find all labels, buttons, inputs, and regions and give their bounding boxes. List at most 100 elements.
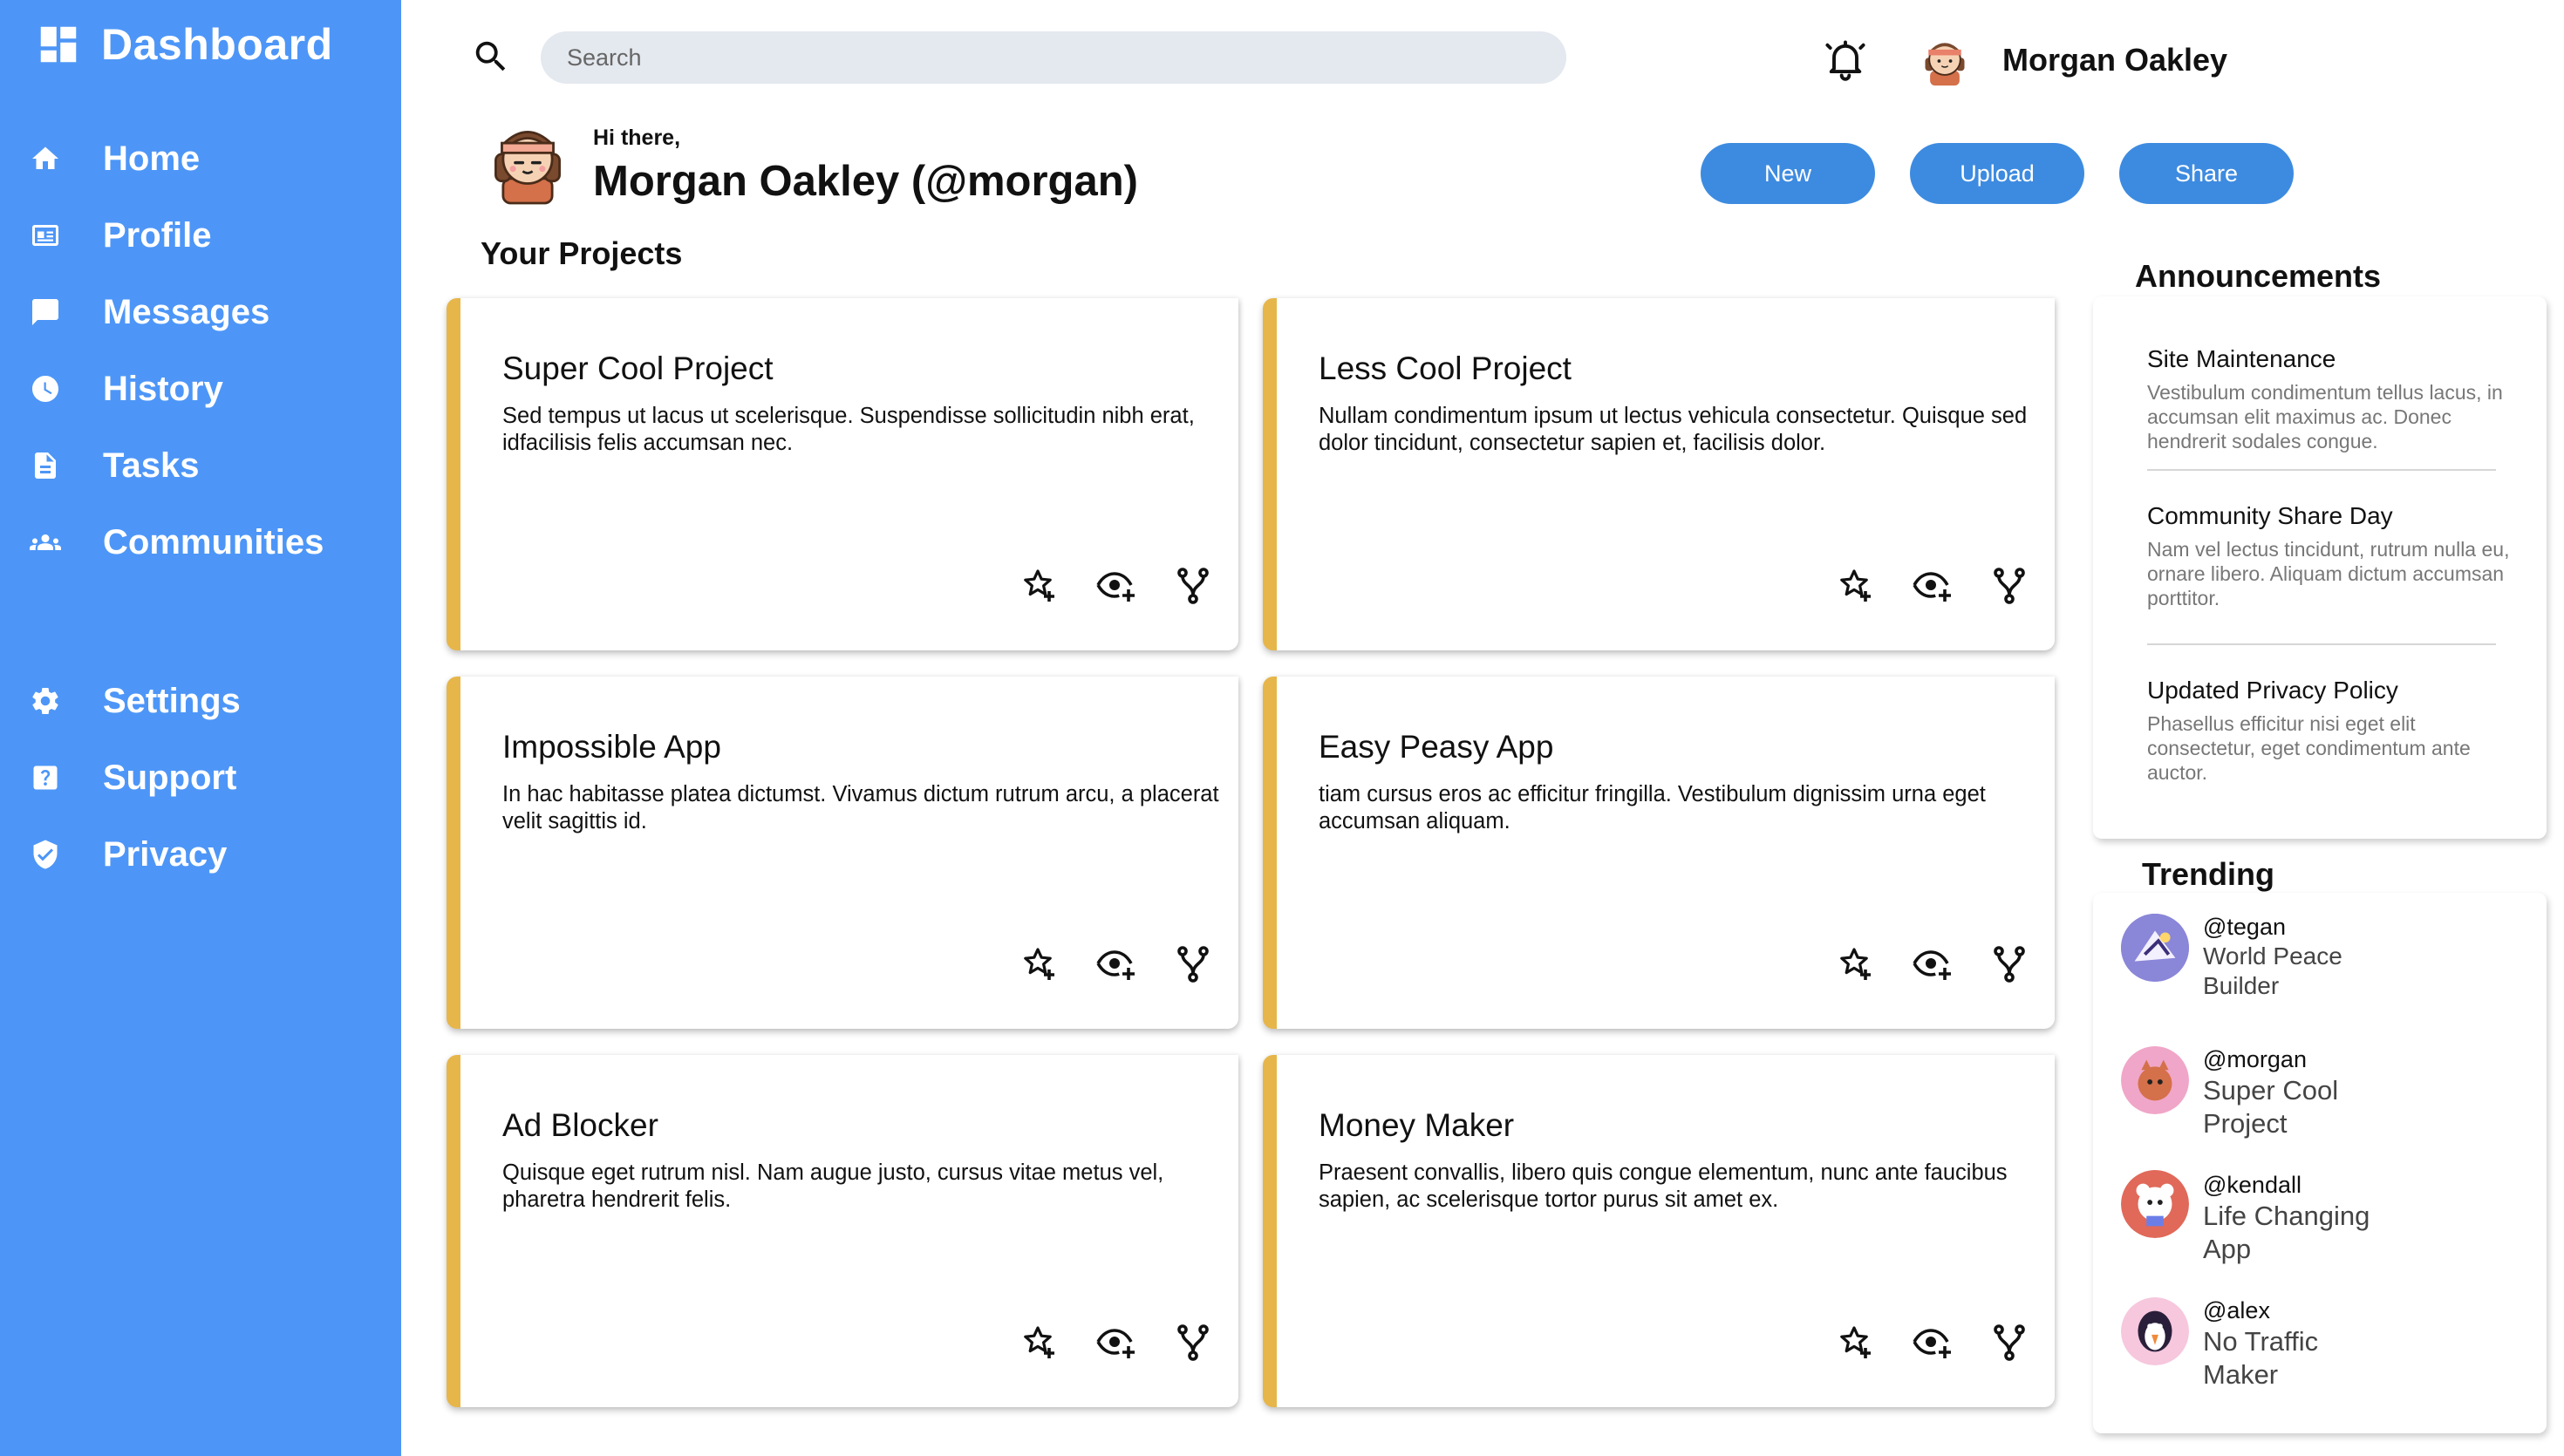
project-card[interactable]: Less Cool Project Nullam condimentum ips… bbox=[1263, 298, 2055, 650]
project-title[interactable]: Super Cool Project bbox=[502, 350, 774, 387]
project-actions bbox=[1019, 943, 1249, 985]
watch-add-icon[interactable] bbox=[1912, 1322, 1954, 1364]
watch-add-icon[interactable] bbox=[1912, 943, 1954, 985]
star-add-icon[interactable] bbox=[1835, 1322, 1877, 1364]
project-title[interactable]: Money Maker bbox=[1319, 1107, 1514, 1144]
sidebar-item-history[interactable]: History bbox=[28, 363, 223, 415]
project-card[interactable]: Ad Blocker Quisque eget rutrum nisl. Nam… bbox=[447, 1055, 1238, 1407]
trend-project: Life Changing App bbox=[2203, 1201, 2370, 1264]
dashboard-icon bbox=[40, 26, 77, 63]
trend-item[interactable]: @alex No Traffic Maker bbox=[2203, 1296, 2377, 1391]
project-card[interactable]: Easy Peasy App tiam cursus eros ac effic… bbox=[1263, 677, 2055, 1029]
star-add-icon[interactable] bbox=[1019, 943, 1060, 985]
app-window: Dashboard Home Profile Messages History … bbox=[0, 0, 2564, 1456]
projects-heading: Your Projects bbox=[481, 235, 683, 271]
star-add-icon[interactable] bbox=[1019, 565, 1060, 607]
sidebar-item-label: Communities bbox=[103, 522, 324, 561]
watch-add-icon[interactable] bbox=[1095, 565, 1137, 607]
announcement-item[interactable]: Community Share Day Nam vel lectus tinci… bbox=[2147, 502, 2513, 610]
trend-project: Super Cool Project bbox=[2203, 1075, 2339, 1139]
project-description: Sed tempus ut lacus ut scelerisque. Susp… bbox=[502, 404, 1195, 455]
trend-item[interactable]: @tegan World Peace Builder bbox=[2203, 912, 2377, 1001]
help-icon bbox=[28, 760, 63, 795]
trend-item[interactable]: @morgan Super Cool Project bbox=[2203, 1044, 2377, 1140]
document-icon bbox=[28, 448, 63, 483]
sidebar-item-label: Messages bbox=[103, 292, 270, 331]
project-title[interactable]: Impossible App bbox=[502, 729, 721, 765]
trending-panel: @tegan World Peace Builder @morgan Super… bbox=[2093, 893, 2547, 1433]
fork-icon[interactable] bbox=[1988, 1322, 2030, 1364]
announcement-body: Phasellus efficitur nisi eget elit conse… bbox=[2147, 712, 2471, 784]
user-avatar[interactable] bbox=[1919, 35, 1971, 87]
sidebar-item-support[interactable]: Support bbox=[28, 752, 236, 804]
header-user-name[interactable]: Morgan Oakley bbox=[2002, 42, 2227, 78]
project-description: Nullam condimentum ipsum ut lectus vehic… bbox=[1319, 404, 2028, 455]
new-button[interactable]: New bbox=[1701, 143, 1875, 204]
announcements-panel: Site Maintenance Vestibulum condimentum … bbox=[2093, 296, 2547, 839]
announcements-heading: Announcements bbox=[2135, 258, 2382, 294]
trend-avatar-alex[interactable] bbox=[2121, 1297, 2189, 1365]
project-actions bbox=[1835, 943, 2065, 985]
sidebar-item-communities[interactable]: Communities bbox=[28, 516, 324, 568]
announcement-item[interactable]: Site Maintenance Vestibulum condimentum … bbox=[2147, 345, 2513, 453]
greeting-user-name: Morgan Oakley (@morgan) bbox=[593, 158, 1138, 205]
gear-icon bbox=[28, 684, 63, 718]
sidebar-item-profile[interactable]: Profile bbox=[28, 209, 211, 262]
project-title[interactable]: Less Cool Project bbox=[1319, 350, 1572, 387]
fork-icon[interactable] bbox=[1172, 943, 1214, 985]
sidebar-item-privacy[interactable]: Privacy bbox=[28, 828, 227, 881]
announcement-body: Vestibulum condimentum tellus lacus, in … bbox=[2147, 381, 2503, 452]
watch-add-icon[interactable] bbox=[1095, 1322, 1137, 1364]
star-add-icon[interactable] bbox=[1019, 1322, 1060, 1364]
announcement-item[interactable]: Updated Privacy Policy Phasellus efficit… bbox=[2147, 677, 2513, 785]
trend-avatar-tegan[interactable] bbox=[2121, 914, 2189, 982]
project-card[interactable]: Money Maker Praesent convallis, libero q… bbox=[1263, 1055, 2055, 1407]
search-input[interactable] bbox=[541, 31, 1566, 84]
sidebar-item-label: Support bbox=[103, 758, 237, 797]
fork-icon[interactable] bbox=[1988, 565, 2030, 607]
project-title[interactable]: Easy Peasy App bbox=[1319, 729, 1553, 765]
sidebar-item-label: Tasks bbox=[103, 446, 200, 485]
fork-icon[interactable] bbox=[1988, 943, 2030, 985]
trend-item[interactable]: @kendall Life Changing App bbox=[2203, 1170, 2377, 1266]
watch-add-icon[interactable] bbox=[1912, 565, 1954, 607]
watch-add-icon[interactable] bbox=[1095, 943, 1137, 985]
notification-bell-icon[interactable] bbox=[1823, 37, 1868, 82]
project-card[interactable]: Super Cool Project Sed tempus ut lacus u… bbox=[447, 298, 1238, 650]
share-button[interactable]: Share bbox=[2119, 143, 2294, 204]
divider bbox=[2147, 469, 2496, 471]
clock-icon bbox=[28, 371, 63, 406]
project-description: tiam cursus eros ac efficitur fringilla.… bbox=[1319, 782, 1986, 833]
sidebar-item-label: Settings bbox=[103, 681, 241, 720]
project-description: Quisque eget rutrum nisl. Nam augue just… bbox=[502, 1160, 1164, 1212]
sidebar-item-settings[interactable]: Settings bbox=[28, 675, 241, 727]
app-title: Dashboard bbox=[101, 20, 333, 69]
project-card[interactable]: Impossible App In hac habitasse platea d… bbox=[447, 677, 1238, 1029]
fork-icon[interactable] bbox=[1172, 1322, 1214, 1364]
trend-user: @kendall bbox=[2203, 1172, 2301, 1198]
project-title[interactable]: Ad Blocker bbox=[502, 1107, 658, 1144]
project-description: Praesent convallis, libero quis congue e… bbox=[1319, 1160, 2008, 1212]
upload-button[interactable]: Upload bbox=[1910, 143, 2084, 204]
id-card-icon bbox=[28, 218, 63, 253]
trend-project: World Peace Builder bbox=[2203, 942, 2342, 999]
project-actions bbox=[1835, 565, 2065, 607]
project-actions bbox=[1835, 1322, 2065, 1364]
search-icon[interactable] bbox=[471, 37, 511, 77]
people-icon bbox=[28, 525, 63, 560]
sidebar: Dashboard Home Profile Messages History … bbox=[0, 0, 401, 1456]
fork-icon[interactable] bbox=[1172, 565, 1214, 607]
trend-avatar-kendall[interactable] bbox=[2121, 1170, 2189, 1238]
star-add-icon[interactable] bbox=[1835, 565, 1877, 607]
greeting-text: Hi there, bbox=[593, 126, 681, 150]
sidebar-item-home[interactable]: Home bbox=[28, 133, 200, 185]
sidebar-item-messages[interactable]: Messages bbox=[28, 286, 269, 338]
project-description: In hac habitasse platea dictumst. Vivamu… bbox=[502, 782, 1219, 833]
star-add-icon[interactable] bbox=[1835, 943, 1877, 985]
trend-avatar-morgan[interactable] bbox=[2121, 1046, 2189, 1114]
sidebar-item-tasks[interactable]: Tasks bbox=[28, 439, 199, 492]
announcement-title: Site Maintenance bbox=[2147, 345, 2336, 372]
trending-heading: Trending bbox=[2142, 856, 2274, 892]
trend-user: @morgan bbox=[2203, 1046, 2307, 1072]
brand[interactable]: Dashboard bbox=[35, 19, 333, 70]
